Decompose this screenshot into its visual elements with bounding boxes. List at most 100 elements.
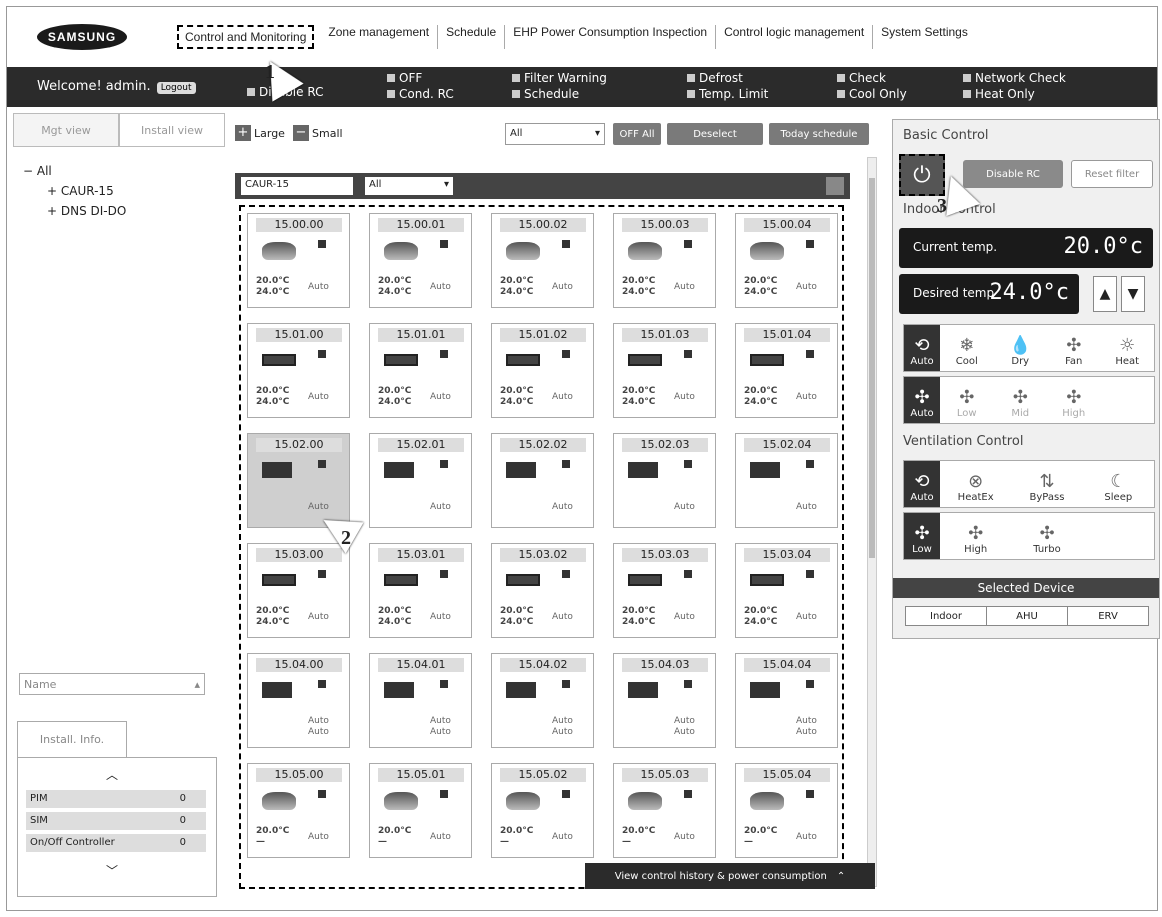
mode-cool[interactable]: ❄ Cool bbox=[940, 325, 994, 371]
device-card[interactable]: 15.01.02 20.0°C 24.0°C Auto bbox=[491, 323, 594, 418]
mode-fan[interactable]: ✣ Fan bbox=[1047, 325, 1101, 371]
device-ahu-button[interactable]: AHU bbox=[987, 607, 1068, 625]
current-temp-display: Current temp. 20.0°c bbox=[899, 228, 1153, 268]
vent-sleep[interactable]: ☾ Sleep bbox=[1083, 461, 1154, 507]
vent-heatex[interactable]: ⊗ HeatEx bbox=[940, 461, 1011, 507]
device-card[interactable]: 15.00.02 20.0°C 24.0°C Auto bbox=[491, 213, 594, 308]
temp-up-button[interactable]: ▲ bbox=[1093, 276, 1117, 312]
menu-system-settings[interactable]: System Settings bbox=[873, 25, 976, 49]
temp-values: 20.0°C — bbox=[622, 826, 655, 848]
mode-auto[interactable]: ⟲ Auto bbox=[904, 325, 940, 371]
device-card[interactable]: 15.03.02 20.0°C 24.0°C Auto bbox=[491, 543, 594, 638]
logout-button[interactable]: Logout bbox=[156, 82, 196, 94]
vfan-high[interactable]: ✣ High bbox=[940, 513, 1011, 559]
set-temp: 24.0°C bbox=[378, 617, 412, 627]
device-card[interactable]: 15.01.04 20.0°C 24.0°C Auto bbox=[735, 323, 838, 418]
device-card[interactable]: 15.02.03 Auto bbox=[613, 433, 716, 528]
vent-label: ByPass bbox=[1029, 492, 1065, 503]
tab-mgt-view[interactable]: Mgt view bbox=[13, 113, 119, 147]
cassette-unit-icon bbox=[262, 242, 296, 260]
tree-root[interactable]: − All bbox=[23, 161, 215, 181]
install-info-tab[interactable]: Install. Info. bbox=[17, 721, 127, 757]
device-card[interactable]: 15.00.00 20.0°C 24.0°C Auto bbox=[247, 213, 350, 308]
device-card[interactable]: 15.01.00 20.0°C 24.0°C Auto bbox=[247, 323, 350, 418]
grid-scrollbar[interactable] bbox=[867, 157, 877, 887]
menu-ehp-power[interactable]: EHP Power Consumption Inspection bbox=[505, 25, 717, 49]
reset-filter-button[interactable]: Reset filter bbox=[1071, 160, 1153, 188]
menu-control-monitoring[interactable]: Control and Monitoring bbox=[177, 25, 315, 49]
device-card[interactable]: 15.03.01 20.0°C 24.0°C Auto bbox=[369, 543, 472, 638]
disable-rc-button[interactable]: Disable RC bbox=[963, 160, 1063, 188]
mode-label: Auto bbox=[674, 392, 695, 402]
fan-mid[interactable]: ✣ Mid bbox=[994, 377, 1048, 423]
tree-node-dns[interactable]: + DNS DI-DO bbox=[23, 201, 215, 221]
device-card[interactable]: 15.00.03 20.0°C 24.0°C Auto bbox=[613, 213, 716, 308]
collapse-arrow-button[interactable] bbox=[826, 177, 844, 195]
device-card[interactable]: 15.03.03 20.0°C 24.0°C Auto bbox=[613, 543, 716, 638]
device-card[interactable]: 15.01.03 20.0°C 24.0°C Auto bbox=[613, 323, 716, 418]
device-card[interactable]: 15.04.03 Auto Auto bbox=[613, 653, 716, 748]
name-select[interactable]: Name ▴ bbox=[19, 673, 205, 695]
tab-install-view[interactable]: Install view bbox=[119, 113, 225, 147]
vfan-low[interactable]: ✣ Low bbox=[904, 513, 940, 559]
current-temp: 20.0°C bbox=[500, 276, 534, 286]
device-card[interactable]: 15.00.01 20.0°C 24.0°C Auto bbox=[369, 213, 472, 308]
device-card[interactable]: 15.03.00 20.0°C 24.0°C Auto bbox=[247, 543, 350, 638]
device-card[interactable]: 15.04.00 Auto Auto bbox=[247, 653, 350, 748]
device-id: 15.01.01 bbox=[378, 328, 464, 342]
status-indicator bbox=[806, 350, 814, 358]
device-erv-button[interactable]: ERV bbox=[1068, 607, 1148, 625]
device-card[interactable]: 15.04.02 Auto Auto bbox=[491, 653, 594, 748]
device-card[interactable]: 15.05.04 20.0°C — Auto bbox=[735, 763, 838, 858]
chevron-up-icon[interactable]: ︿ bbox=[106, 766, 118, 783]
auto-icon: ⟲ bbox=[914, 471, 930, 492]
device-card[interactable]: 15.00.04 20.0°C 24.0°C Auto bbox=[735, 213, 838, 308]
menu-zone-management[interactable]: Zone management bbox=[320, 25, 439, 49]
status-indicator bbox=[562, 460, 570, 468]
set-temp: 24.0°C bbox=[744, 617, 778, 627]
scrollbar-thumb[interactable] bbox=[869, 178, 875, 558]
fan-low[interactable]: ✣ Low bbox=[940, 377, 994, 423]
temp-down-button[interactable]: ▼ bbox=[1121, 276, 1145, 312]
small-view-button[interactable]: − Small bbox=[293, 125, 343, 141]
device-card[interactable]: 15.05.02 20.0°C — Auto bbox=[491, 763, 594, 858]
today-schedule-button[interactable]: Today schedule bbox=[769, 123, 869, 145]
large-view-button[interactable]: + Large bbox=[235, 125, 285, 141]
device-card[interactable]: 15.04.04 Auto Auto bbox=[735, 653, 838, 748]
fan-label: Mid bbox=[1011, 408, 1030, 419]
mode-label: Auto bbox=[552, 716, 573, 726]
group-input[interactable]: CAUR-15 bbox=[241, 177, 353, 195]
vent-auto[interactable]: ⟲ Auto bbox=[904, 461, 940, 507]
fan-high[interactable]: ✣ High bbox=[1047, 377, 1101, 423]
vent-bypass[interactable]: ⇅ ByPass bbox=[1011, 461, 1082, 507]
vent-mode-group: ⟲ Auto ⊗ HeatEx ⇅ ByPass ☾ Sleep bbox=[903, 460, 1155, 508]
status-indicator bbox=[318, 790, 326, 798]
menu-control-logic[interactable]: Control logic management bbox=[716, 25, 874, 49]
mode-heat[interactable]: ☼ Heat bbox=[1101, 325, 1155, 371]
device-card[interactable]: 15.02.02 Auto bbox=[491, 433, 594, 528]
chevron-down-icon[interactable]: ﹀ bbox=[106, 862, 118, 879]
tree-node-caur15[interactable]: + CAUR-15 bbox=[23, 181, 215, 201]
device-card[interactable]: 15.05.03 20.0°C — Auto bbox=[613, 763, 716, 858]
device-card[interactable]: 15.01.01 20.0°C 24.0°C Auto bbox=[369, 323, 472, 418]
fan-icon: ✣ bbox=[1039, 523, 1055, 544]
status-indicator bbox=[440, 460, 448, 468]
vfan-turbo[interactable]: ✣ Turbo bbox=[1011, 513, 1082, 559]
mode-label: Auto bbox=[796, 612, 817, 622]
device-card[interactable]: 15.04.01 Auto Auto bbox=[369, 653, 472, 748]
device-card[interactable]: 15.03.04 20.0°C 24.0°C Auto bbox=[735, 543, 838, 638]
device-card[interactable]: 15.05.01 20.0°C — Auto bbox=[369, 763, 472, 858]
device-indoor-button[interactable]: Indoor bbox=[906, 607, 987, 625]
mode-text: Auto Auto bbox=[308, 716, 329, 738]
group-dropdown[interactable]: All ▾ bbox=[365, 177, 453, 195]
off-all-button[interactable]: OFF All bbox=[613, 123, 661, 145]
fan-auto[interactable]: ✣ Auto bbox=[904, 377, 940, 423]
device-card[interactable]: 15.02.01 Auto bbox=[369, 433, 472, 528]
history-bar[interactable]: View control history & power consumption… bbox=[585, 863, 875, 889]
device-card[interactable]: 15.05.00 20.0°C — Auto bbox=[247, 763, 350, 858]
filter-select[interactable]: All ▾ bbox=[505, 123, 605, 145]
menu-schedule[interactable]: Schedule bbox=[438, 25, 506, 49]
device-card[interactable]: 15.02.04 Auto bbox=[735, 433, 838, 528]
deselect-button[interactable]: Deselect bbox=[667, 123, 763, 145]
mode-dry[interactable]: 💧 Dry bbox=[994, 325, 1048, 371]
